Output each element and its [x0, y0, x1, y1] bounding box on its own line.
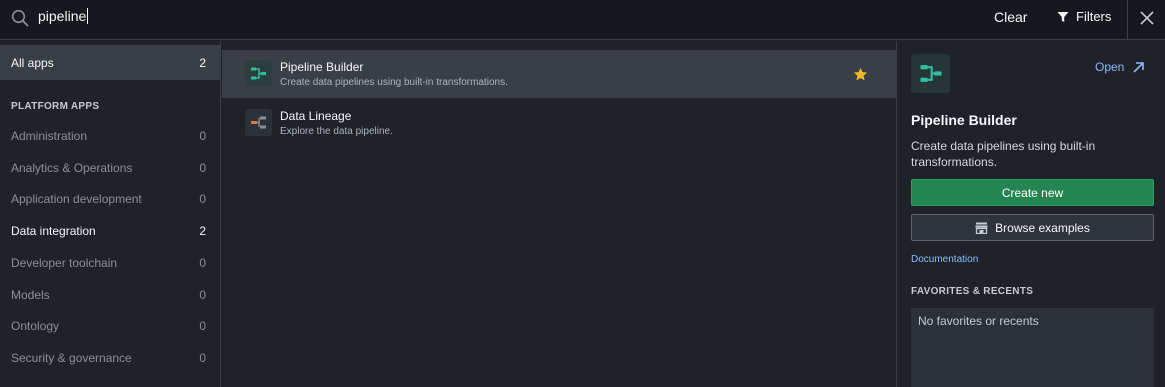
create-new-button[interactable]: Create new [911, 179, 1154, 206]
sidebar-item-ontology[interactable]: Ontology 0 [0, 312, 220, 340]
shop-icon [975, 222, 988, 234]
sidebar-item-count: 0 [199, 161, 206, 175]
result-description: Create data pipelines using built-in tra… [280, 77, 508, 88]
sidebar-item-count: 2 [199, 55, 206, 70]
documentation-link[interactable]: Documentation [911, 254, 978, 265]
sidebar-item-data-integration[interactable]: Data integration 2 [0, 217, 220, 245]
filters-button[interactable]: Filters [1057, 9, 1111, 24]
sidebar-item-label: Data integration [11, 224, 96, 238]
sidebar-item-label: Administration [11, 129, 88, 143]
sidebar-item-count: 0 [199, 351, 206, 365]
data-lineage-icon [245, 109, 272, 136]
sidebar-item-count: 0 [199, 256, 206, 270]
search-input-value: pipeline [38, 8, 87, 24]
sidebar-item-label: Models [11, 288, 50, 302]
sidebar-item-count: 0 [199, 319, 206, 333]
open-label: Open [1095, 60, 1125, 74]
result-item-data-lineage[interactable]: Data Lineage Explore the data pipeline. [222, 99, 897, 147]
sidebar-item-developer-toolchain[interactable]: Developer toolchain 0 [0, 249, 220, 277]
sidebar-item-count: 0 [199, 129, 206, 143]
sidebar-item-models[interactable]: Models 0 [0, 281, 220, 309]
category-sidebar: All apps 2 PLATFORM APPS Administration … [0, 41, 221, 387]
sidebar-item-label: Analytics & Operations [11, 161, 133, 175]
sidebar-item-label: Application development [11, 192, 142, 206]
favorites-heading: FAVORITES & RECENTS [911, 286, 1034, 297]
result-title: Pipeline Builder [280, 60, 364, 74]
sidebar-item-label: All apps [11, 55, 54, 70]
pipeline-builder-icon [245, 60, 272, 87]
sidebar-item-analytics-operations[interactable]: Analytics & Operations 0 [0, 154, 220, 182]
app-detail-panel: Open Pipeline Builder Create data pipeli… [898, 41, 1165, 387]
text-caret [87, 8, 89, 24]
sidebar-heading: PLATFORM APPS [11, 101, 100, 112]
close-icon[interactable] [1139, 10, 1155, 26]
sidebar-item-administration[interactable]: Administration 0 [0, 122, 220, 150]
clear-button[interactable]: Clear [994, 9, 1027, 25]
detail-title: Pipeline Builder [911, 112, 1017, 128]
favorites-empty-text: No favorites or recents [918, 314, 1039, 328]
browse-examples-button[interactable]: Browse examples [911, 214, 1154, 241]
sidebar-item-label: Ontology [11, 319, 60, 333]
sidebar-item-security-governance[interactable]: Security & governance 0 [0, 344, 220, 372]
search-icon [11, 9, 29, 27]
pipeline-builder-icon [911, 54, 950, 93]
open-link[interactable]: Open [1095, 60, 1145, 74]
browse-examples-label: Browse examples [995, 220, 1090, 235]
filter-icon [1057, 11, 1069, 22]
arrow-up-right-icon [1133, 61, 1145, 73]
filters-label: Filters [1076, 9, 1112, 24]
star-icon[interactable] [853, 67, 868, 82]
search-bar: pipeline Clear Filters [0, 0, 1165, 40]
search-input[interactable]: pipeline [38, 8, 89, 28]
sidebar-item-count: 0 [199, 288, 206, 302]
favorites-list: No favorites or recents [911, 308, 1154, 387]
toolbar-divider [1127, 0, 1128, 40]
sidebar-item-label: Developer toolchain [11, 256, 118, 270]
result-description: Explore the data pipeline. [280, 126, 393, 137]
sidebar-item-count: 2 [199, 224, 206, 238]
sidebar-item-application-development[interactable]: Application development 0 [0, 185, 220, 213]
detail-description: Create data pipelines using built-in tra… [911, 139, 1096, 169]
result-title: Data Lineage [280, 109, 352, 123]
sidebar-item-all-apps[interactable]: All apps 2 [0, 45, 220, 80]
result-item-pipeline-builder[interactable]: Pipeline Builder Create data pipelines u… [222, 50, 897, 98]
sidebar-item-label: Security & governance [11, 351, 132, 365]
sidebar-item-count: 0 [199, 192, 206, 206]
search-results-list: Pipeline Builder Create data pipelines u… [222, 41, 897, 387]
